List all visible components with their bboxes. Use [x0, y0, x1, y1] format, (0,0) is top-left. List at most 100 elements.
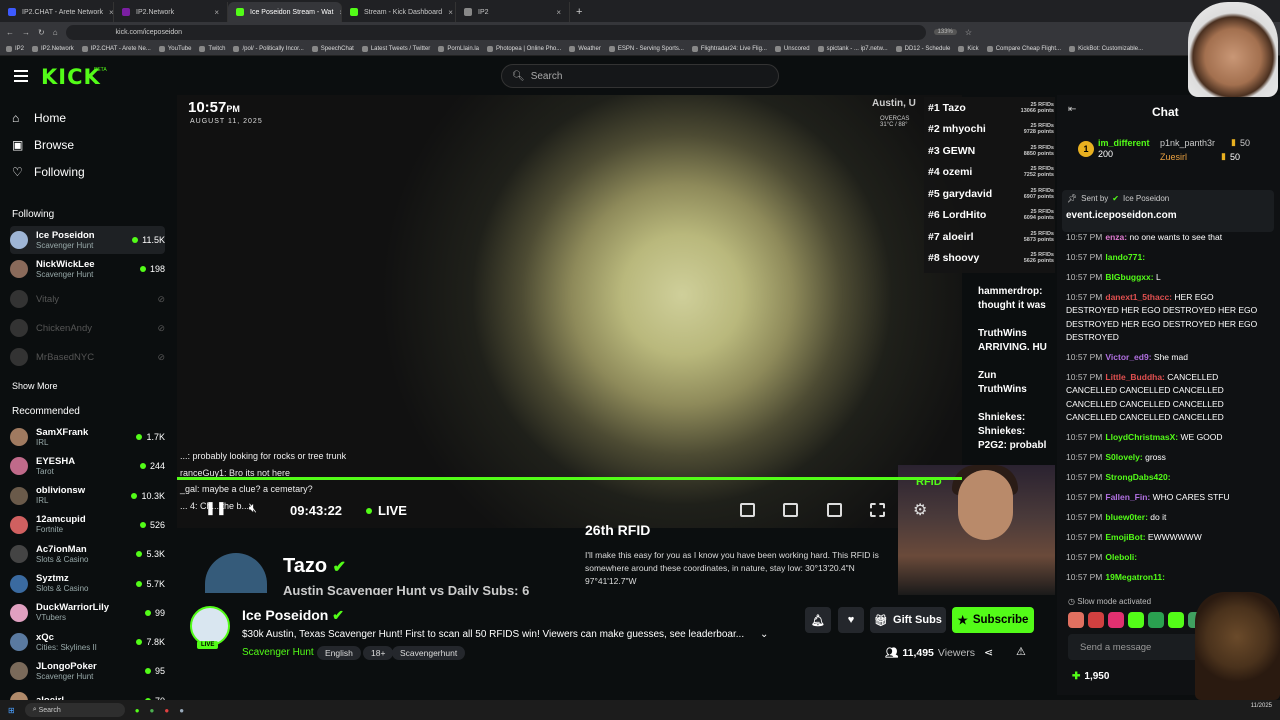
chevron-down-icon[interactable]: ⌄ — [760, 629, 768, 640]
taskbar-search[interactable]: ⌕ Search — [24, 703, 125, 717]
emote-icon[interactable] — [1168, 612, 1184, 628]
channel-item[interactable]: JLongoPoker Scavenger Hunt 95 — [10, 657, 165, 685]
bookmark-item[interactable]: Kick — [958, 45, 979, 52]
bookmark-item[interactable]: KickBot: Customizable... — [1069, 45, 1143, 52]
subscribe-button[interactable]: ★ Subscribe — [952, 607, 1034, 633]
top-gifter-2[interactable]: p1nk_panth3r ▮ 50 — [1160, 137, 1250, 148]
tag-age[interactable]: 18+ — [363, 646, 394, 660]
close-icon[interactable]: × — [214, 8, 219, 17]
channel-item[interactable]: 12amcupid Fortnite 526 — [10, 511, 165, 539]
miniplayer-icon[interactable] — [740, 503, 755, 517]
channel-item[interactable]: oblivionsw IRL 10.3K — [10, 482, 165, 510]
bookmark-item[interactable]: IP2.Network — [32, 45, 74, 52]
message-user[interactable]: Victor_ed9: — [1105, 352, 1151, 362]
message-user[interactable]: 19Megatron11: — [1105, 572, 1165, 582]
tag-scavengerhunt[interactable]: Scavengerhunt — [392, 646, 466, 660]
browser-tab[interactable]: Stream - Kick Dashboard × — [342, 2, 456, 22]
app-icon[interactable]: ● — [135, 706, 140, 715]
bookmark-item[interactable]: IP2.CHAT - Arete Ne... — [81, 45, 151, 52]
message-user[interactable]: StrongDabs420: — [1105, 472, 1170, 482]
message-user[interactable]: Little_Buddha: — [1105, 372, 1165, 382]
message-user[interactable]: bluew0ter: — [1105, 512, 1148, 522]
bookmark-item[interactable]: ESPN - Serving Sports... — [608, 45, 684, 52]
bookmark-item[interactable]: YouTube — [158, 45, 191, 52]
channel-item[interactable]: DuckWarriorLily VTubers 99 — [10, 599, 165, 627]
chat-input[interactable]: Send a message — [1068, 634, 1208, 660]
channel-item[interactable]: SamXFrank IRL 1.7K — [10, 423, 165, 451]
kick-logo[interactable]: KICK — [41, 65, 101, 89]
channel-avatar[interactable] — [190, 606, 230, 646]
bookmark-item[interactable]: Weather — [569, 45, 601, 52]
emote-icon[interactable] — [1108, 612, 1124, 628]
channel-item[interactable]: Ac7ionMan Slots & Casino 5.3K — [10, 540, 165, 568]
message-user[interactable]: LloydChristmasX: — [1105, 432, 1178, 442]
bookmark-item[interactable]: spictank - ... ip7.netw... — [817, 45, 888, 52]
chrome-icon[interactable]: ● — [150, 706, 155, 715]
share-icon[interactable]: ⋖ — [984, 646, 993, 659]
bookmark-item[interactable]: Compare Cheap Flight... — [986, 45, 1061, 52]
bookmark-item[interactable]: Flightradar24: Live Flig... — [691, 45, 767, 52]
message-user[interactable]: enza: — [1105, 232, 1127, 242]
close-icon[interactable]: × — [448, 8, 453, 17]
clip-icon[interactable] — [783, 503, 798, 517]
browser-tab[interactable]: Ice Poseidon Stream - Wat× — [228, 2, 342, 22]
app-icon-red[interactable]: ● — [164, 706, 169, 715]
bookmark-item[interactable]: Unscored — [774, 45, 810, 52]
new-tab-icon[interactable]: + — [576, 6, 582, 18]
windows-start-icon[interactable]: ⊞ — [8, 706, 15, 715]
bookmark-item[interactable]: Photopea | Online Pho... — [487, 45, 561, 52]
message-user[interactable]: danext1_5thacc: — [1105, 292, 1172, 302]
channel-item[interactable]: xQc Cities: Skylines II 7.8K — [10, 628, 165, 656]
browser-tab[interactable]: IP2.CHAT - Arete Network × — [0, 2, 114, 22]
bookmark-item[interactable]: IP2 — [6, 45, 24, 52]
follow-button[interactable]: ♥ — [838, 607, 864, 633]
channel-item[interactable]: ChickenAndy ⊘ — [10, 314, 165, 342]
notification-bell-button[interactable]: 🔔︎ — [805, 607, 831, 633]
channel-item[interactable]: MrBasedNYC ⊘ — [10, 343, 165, 371]
fullscreen-icon[interactable] — [870, 503, 885, 517]
message-user[interactable]: Oleboli: — [1105, 552, 1137, 562]
nav-home[interactable]: ⌂ Home — [12, 111, 66, 125]
emote-icon[interactable] — [1068, 612, 1084, 628]
settings-icon[interactable]: ⚙ — [913, 500, 927, 520]
channel-item[interactable]: NickWickLee Scavenger Hunt 198 — [10, 255, 165, 283]
message-user[interactable]: lando771: — [1105, 252, 1145, 262]
channel-item[interactable]: Ice Poseidon Scavenger Hunt 11.5K — [10, 226, 165, 254]
pinned-text[interactable]: event.iceposeidon.com — [1066, 210, 1177, 221]
top-gifter-1[interactable]: 1 im_different 200 — [1078, 138, 1150, 160]
browser-tab[interactable]: IP2.Network × — [114, 2, 228, 22]
show-more-link[interactable]: Show More — [12, 381, 58, 391]
message-user[interactable]: BIGbuggxx: — [1105, 272, 1153, 282]
nav-following[interactable]: ♡ Following — [12, 165, 85, 179]
nav-browse[interactable]: ▣ Browse — [12, 138, 74, 152]
bookmark-item[interactable]: Twitch — [199, 45, 225, 52]
channel-name[interactable]: Ice Poseidon ✔ — [242, 607, 344, 624]
message-user[interactable]: Fallen_Fin: — [1105, 492, 1150, 502]
channel-item[interactable]: Vitaly ⊘ — [10, 285, 165, 313]
emote-icon[interactable] — [1128, 612, 1144, 628]
mute-icon[interactable]: 🔇︎ — [249, 500, 257, 516]
report-icon[interactable]: ⚠ — [1016, 645, 1026, 658]
channel-item[interactable]: EYESHA Tarot 244 — [10, 452, 165, 480]
menu-icon[interactable] — [14, 70, 28, 82]
bookmark-item[interactable]: DD12 - Schedule — [895, 45, 950, 52]
channel-points[interactable]: ✚ 1,950 — [1072, 671, 1109, 682]
home-icon[interactable]: ⌂ — [53, 28, 58, 37]
back-icon[interactable]: ← — [6, 28, 14, 37]
star-icon[interactable]: ☆ — [965, 28, 972, 37]
browser-tab[interactable]: IP2 × — [456, 2, 570, 22]
top-gifter-3[interactable]: Zuesirl ▮ 50 — [1160, 151, 1240, 162]
channel-item[interactable]: Syztmz Slots & Casino 5.7K — [10, 570, 165, 598]
progress-bar[interactable] — [177, 477, 962, 480]
stream-category[interactable]: Scavenger Hunt — [242, 647, 314, 658]
url-field[interactable]: kick.com/iceposeidon — [65, 24, 926, 40]
bookmark-item[interactable]: SpeechChat — [311, 45, 354, 52]
zoom-level[interactable]: 133% — [933, 29, 957, 35]
emote-icon[interactable] — [1148, 612, 1164, 628]
reload-icon[interactable]: ↻ — [38, 28, 45, 37]
bookmark-item[interactable]: PornLlain.la — [438, 45, 479, 52]
pause-icon[interactable]: ❚❚ — [205, 500, 227, 516]
bookmark-item[interactable]: /pol/ - Politically Incor... — [233, 45, 304, 52]
tag-language[interactable]: English — [317, 646, 361, 660]
collapse-chat-icon[interactable]: ⇤ — [1068, 104, 1076, 115]
